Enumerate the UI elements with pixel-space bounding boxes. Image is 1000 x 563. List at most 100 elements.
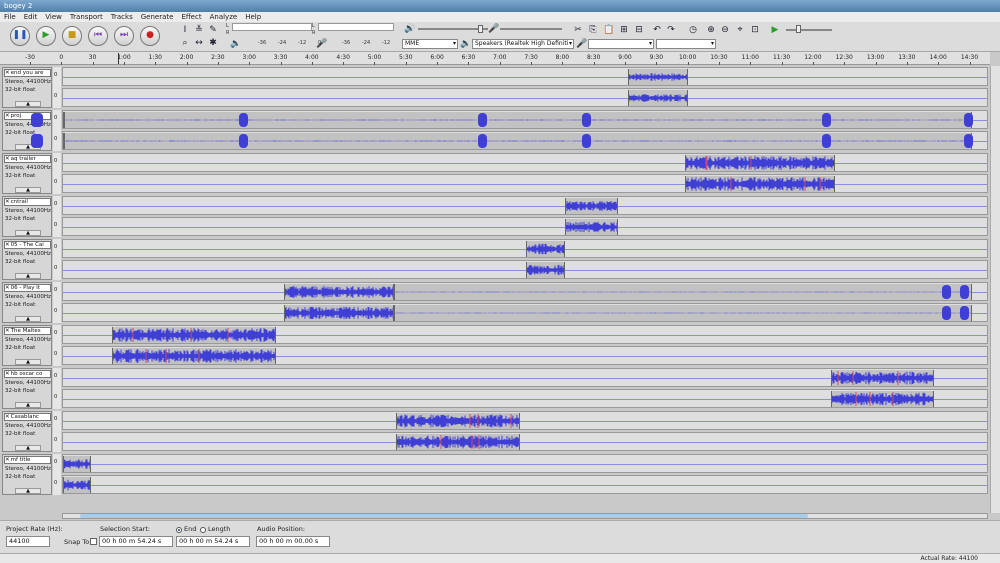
close-track-icon[interactable]: ✕ <box>5 285 10 291</box>
length-radio[interactable] <box>200 527 206 533</box>
skip-start-button[interactable]: ⏮ <box>88 26 108 46</box>
track[interactable]: ✕hb oscar co Stereo, 44100Hz 32-bit float ▲… <box>2 368 988 409</box>
track[interactable]: ✕Casablanc Stereo, 44100Hz 32-bit float ▲ 0 0 <box>2 411 988 452</box>
left-channel-lane[interactable] <box>62 454 988 473</box>
audio-clip[interactable] <box>394 305 973 321</box>
speaker-icon[interactable]: 🔈 <box>230 39 241 49</box>
left-channel-lane[interactable] <box>62 411 988 430</box>
track-name-button[interactable]: ✕aq trailer <box>4 155 51 163</box>
play-button[interactable]: ▶ <box>36 26 56 46</box>
selection-end-field[interactable]: 00 h 00 m 54.24 s <box>176 536 250 547</box>
silence-icon[interactable]: ⊟ <box>634 25 644 35</box>
project-rate-select[interactable]: 44100 <box>6 536 50 547</box>
vertical-scrollbar[interactable] <box>990 66 1000 513</box>
collapse-track-button[interactable]: ▲ <box>15 402 41 408</box>
track-control-panel[interactable]: ✕aq trailer Stereo, 44100Hz 32-bit float ▲ <box>2 153 52 194</box>
selection-tool-icon[interactable]: I <box>180 25 190 35</box>
track[interactable]: ✕05 - The Cai Stereo, 44100Hz 32-bit float… <box>2 239 988 280</box>
selection-start-field[interactable]: 00 h 00 m 54.24 s <box>99 536 173 547</box>
audio-clip[interactable] <box>628 90 688 106</box>
track-control-panel[interactable]: ✕06 - Play it Stereo, 44100Hz 32-bit float… <box>2 282 52 323</box>
close-track-icon[interactable]: ✕ <box>5 70 10 76</box>
sync-lock-icon[interactable]: ◷ <box>688 25 698 35</box>
collapse-track-button[interactable]: ▲ <box>15 273 41 279</box>
audio-clip[interactable] <box>63 456 92 472</box>
menu-view[interactable]: View <box>41 12 66 22</box>
track[interactable]: ✕06 - Play it Stereo, 44100Hz 32-bit float… <box>2 282 988 323</box>
stop-button[interactable]: ■ <box>62 26 82 46</box>
output-volume-thumb[interactable] <box>478 25 483 33</box>
audio-clip[interactable] <box>394 284 973 300</box>
multi-tool-icon[interactable]: ✱ <box>208 38 218 48</box>
left-channel-lane[interactable] <box>62 282 988 301</box>
collapse-track-button[interactable]: ▲ <box>15 101 41 107</box>
track-area[interactable]: ✕end you are Stereo, 44100Hz 32-bit float ▲… <box>0 66 990 513</box>
playback-position-marker[interactable] <box>117 53 119 64</box>
right-channel-lane[interactable] <box>62 303 988 322</box>
menu-edit[interactable]: Edit <box>20 12 42 22</box>
right-channel-lane[interactable] <box>62 432 988 451</box>
right-channel-lane[interactable] <box>62 389 988 408</box>
audio-clip[interactable] <box>283 305 395 321</box>
left-channel-lane[interactable] <box>62 325 988 344</box>
track-control-panel[interactable]: ✕cntrail Stereo, 44100Hz 32-bit float ▲ <box>2 196 52 237</box>
track[interactable]: ✕end you are Stereo, 44100Hz 32-bit float ▲… <box>2 67 988 108</box>
left-channel-lane[interactable] <box>62 368 988 387</box>
close-track-icon[interactable]: ✕ <box>5 414 10 420</box>
track-name-button[interactable]: ✕proj <box>4 112 51 120</box>
audio-clip[interactable] <box>685 176 835 192</box>
collapse-track-button[interactable]: ▲ <box>15 187 41 193</box>
audio-clip[interactable] <box>565 219 618 235</box>
audio-clip[interactable] <box>112 327 277 343</box>
input-device-select[interactable] <box>588 39 654 49</box>
left-channel-lane[interactable] <box>31 110 988 129</box>
right-channel-lane[interactable] <box>62 346 988 365</box>
skip-end-button[interactable]: ⏭ <box>114 26 134 46</box>
timeline-ruler[interactable]: -30 0 30 1:00 1:30 2:00 2:30 3:00 3:30 4:00 4:30 5:… <box>0 52 990 65</box>
track[interactable]: ✕The Maltes Stereo, 44100Hz 32-bit float ▲ 0… <box>2 325 988 366</box>
timeshift-tool-icon[interactable]: ↔ <box>194 38 204 48</box>
record-meter[interactable] <box>318 23 394 31</box>
track-name-button[interactable]: ✕cntrail <box>4 198 51 206</box>
track[interactable]: ✕proj Stereo, 44100Hz 32-bit float ▲ 0 0 <box>2 110 988 151</box>
audio-clip[interactable] <box>63 477 92 493</box>
close-track-icon[interactable]: ✕ <box>5 457 10 463</box>
close-track-icon[interactable]: ✕ <box>5 156 10 162</box>
end-radio[interactable] <box>176 527 182 533</box>
track-control-panel[interactable]: ✕end you are Stereo, 44100Hz 32-bit float ▲ <box>2 67 52 108</box>
horizontal-scroll-thumb[interactable] <box>80 514 808 518</box>
audio-clip[interactable] <box>565 198 618 214</box>
close-track-icon[interactable]: ✕ <box>5 199 10 205</box>
right-channel-lane[interactable] <box>31 131 988 150</box>
collapse-track-button[interactable]: ▲ <box>15 359 41 365</box>
audio-clip[interactable] <box>112 348 277 364</box>
copy-icon[interactable]: ⎘ <box>588 25 598 35</box>
track-name-button[interactable]: ✕06 - Play it <box>4 284 51 292</box>
redo-icon[interactable]: ↷ <box>666 25 676 35</box>
trim-icon[interactable]: ⊞ <box>619 25 629 35</box>
close-track-icon[interactable]: ✕ <box>5 328 10 334</box>
audio-clip[interactable] <box>396 413 521 429</box>
menu-generate[interactable]: Generate <box>137 12 178 22</box>
audio-clip[interactable] <box>64 133 973 149</box>
audio-host-select[interactable]: MME <box>402 39 458 49</box>
right-channel-lane[interactable] <box>62 217 988 236</box>
cut-icon[interactable]: ✂ <box>573 25 583 35</box>
draw-tool-icon[interactable]: ✎ <box>208 25 218 35</box>
menu-file[interactable]: File <box>0 12 20 22</box>
left-channel-lane[interactable] <box>62 239 988 258</box>
audio-clip[interactable] <box>283 284 395 300</box>
track-control-panel[interactable]: ✕mf title Stereo, 44100Hz 32-bit float ▲ <box>2 454 52 495</box>
menu-help[interactable]: Help <box>241 12 265 22</box>
menu-effect[interactable]: Effect <box>177 12 205 22</box>
right-channel-lane[interactable] <box>62 260 988 279</box>
collapse-track-button[interactable]: ▲ <box>15 488 41 494</box>
audio-clip[interactable] <box>685 155 835 171</box>
audio-position-field[interactable]: 00 h 00 m 00.00 s <box>256 536 330 547</box>
playback-meter[interactable] <box>232 23 312 31</box>
track-name-button[interactable]: ✕end you are <box>4 69 51 77</box>
right-channel-lane[interactable] <box>62 174 988 193</box>
fit-project-icon[interactable]: ⊡ <box>750 25 760 35</box>
record-button[interactable]: ● <box>140 26 160 46</box>
close-track-icon[interactable]: ✕ <box>5 242 10 248</box>
